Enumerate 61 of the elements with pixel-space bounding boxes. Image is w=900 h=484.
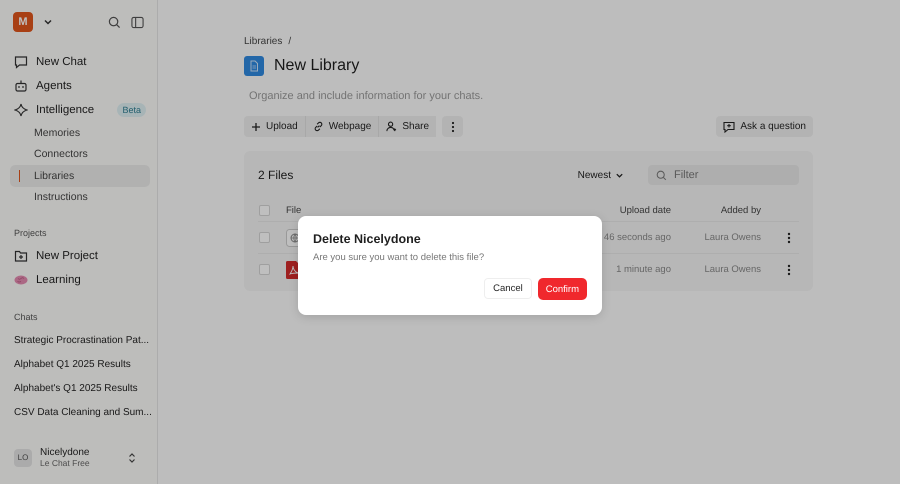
chat-item[interactable]: CSV Data Cleaning and Sum... xyxy=(10,400,156,424)
chat-plus-icon xyxy=(723,120,736,132)
sidebar-toggle-icon[interactable] xyxy=(131,16,144,28)
toolbar-button[interactable]: Share xyxy=(378,116,436,137)
user-name: Nicelydone xyxy=(40,447,90,458)
filter-field[interactable]: Filter xyxy=(648,165,799,185)
file-count: 2 Files xyxy=(258,168,294,182)
robot-icon xyxy=(14,79,28,93)
row-checkbox[interactable] xyxy=(259,232,270,243)
upload-date: 1 minute ago xyxy=(615,264,671,275)
chevron-down-icon xyxy=(615,170,624,180)
added-by: Laura Owens xyxy=(703,264,761,275)
sparkle-icon xyxy=(14,103,28,117)
dialog-message: Are you sure you want to delete this file? xyxy=(313,252,486,263)
plus-icon xyxy=(251,122,261,132)
sidebar-item[interactable]: Libraries xyxy=(10,165,150,186)
document-icon xyxy=(244,56,264,76)
chat-item[interactable]: Strategic Procrastination Pat... xyxy=(10,328,154,352)
select-all-checkbox[interactable] xyxy=(259,204,270,216)
added-by: Laura Owens xyxy=(703,232,761,243)
link-icon xyxy=(312,121,324,132)
upload-date: 46 seconds ago xyxy=(602,232,671,243)
brain-icon xyxy=(14,274,28,286)
project-item[interactable]: Learning xyxy=(10,268,150,292)
chat-icon xyxy=(14,55,28,69)
nav-item[interactable]: New Chat xyxy=(10,50,150,74)
chat-item[interactable]: Alphabet Q1 2025 Results xyxy=(10,352,135,376)
more-icon[interactable] xyxy=(787,264,791,276)
section-heading: Projects xyxy=(14,228,48,238)
column-header: Upload date xyxy=(618,204,671,216)
nav-item[interactable]: Intelligence Beta xyxy=(10,98,150,122)
search-icon[interactable] xyxy=(108,16,121,28)
nav-item[interactable]: Agents xyxy=(10,74,150,98)
add-person-icon xyxy=(386,121,398,132)
sidebar-item[interactable]: Memories xyxy=(10,122,150,144)
row-checkbox[interactable] xyxy=(259,264,270,275)
folder-plus-icon xyxy=(14,249,28,263)
user-plan: Le Chat Free xyxy=(40,458,90,468)
more-icon[interactable] xyxy=(787,232,791,244)
more-icon xyxy=(450,120,455,132)
breadcrumb-link[interactable]: Libraries xyxy=(244,36,282,47)
expand-icon[interactable] xyxy=(128,452,136,464)
description-field[interactable]: Organize and include information for your chats. xyxy=(244,86,813,106)
project-item[interactable]: New Project xyxy=(10,244,150,268)
section-heading: Chats xyxy=(14,312,39,322)
more-button[interactable] xyxy=(442,116,464,137)
chevron-down-icon[interactable] xyxy=(43,17,53,27)
ask-question-button[interactable]: Ask a question xyxy=(716,116,813,137)
page-title: New Library xyxy=(274,57,360,75)
beta-badge: Beta xyxy=(117,103,146,117)
chat-item[interactable]: Alphabet's Q1 2025 Results xyxy=(10,376,142,400)
avatar: LO xyxy=(14,448,32,466)
column-header: File xyxy=(286,204,302,216)
sort-dropdown[interactable]: Newest xyxy=(572,168,630,182)
dialog-title: Delete Nicelydone xyxy=(313,232,422,246)
confirm-button[interactable]: Confirm xyxy=(538,278,587,300)
column-header: Added by xyxy=(720,204,761,216)
breadcrumb-separator: / xyxy=(288,36,292,47)
cancel-button[interactable]: Cancel xyxy=(484,278,532,299)
sidebar-item[interactable]: Connectors xyxy=(10,144,150,165)
sidebar-item[interactable]: Instructions xyxy=(10,186,150,208)
